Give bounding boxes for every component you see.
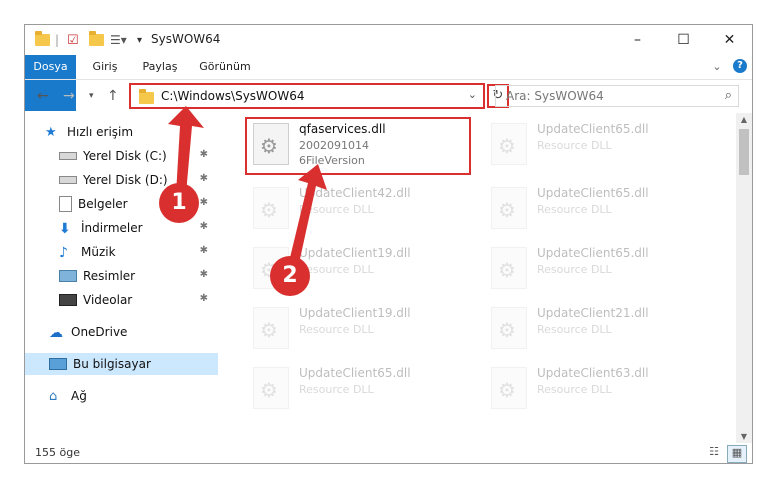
step-1-badge: 1 (159, 183, 199, 223)
step-2-badge: 2 (270, 256, 310, 296)
arrow-to-file (288, 164, 327, 268)
annotation-arrows (168, 106, 327, 268)
arrow-to-address-bar (168, 106, 204, 194)
